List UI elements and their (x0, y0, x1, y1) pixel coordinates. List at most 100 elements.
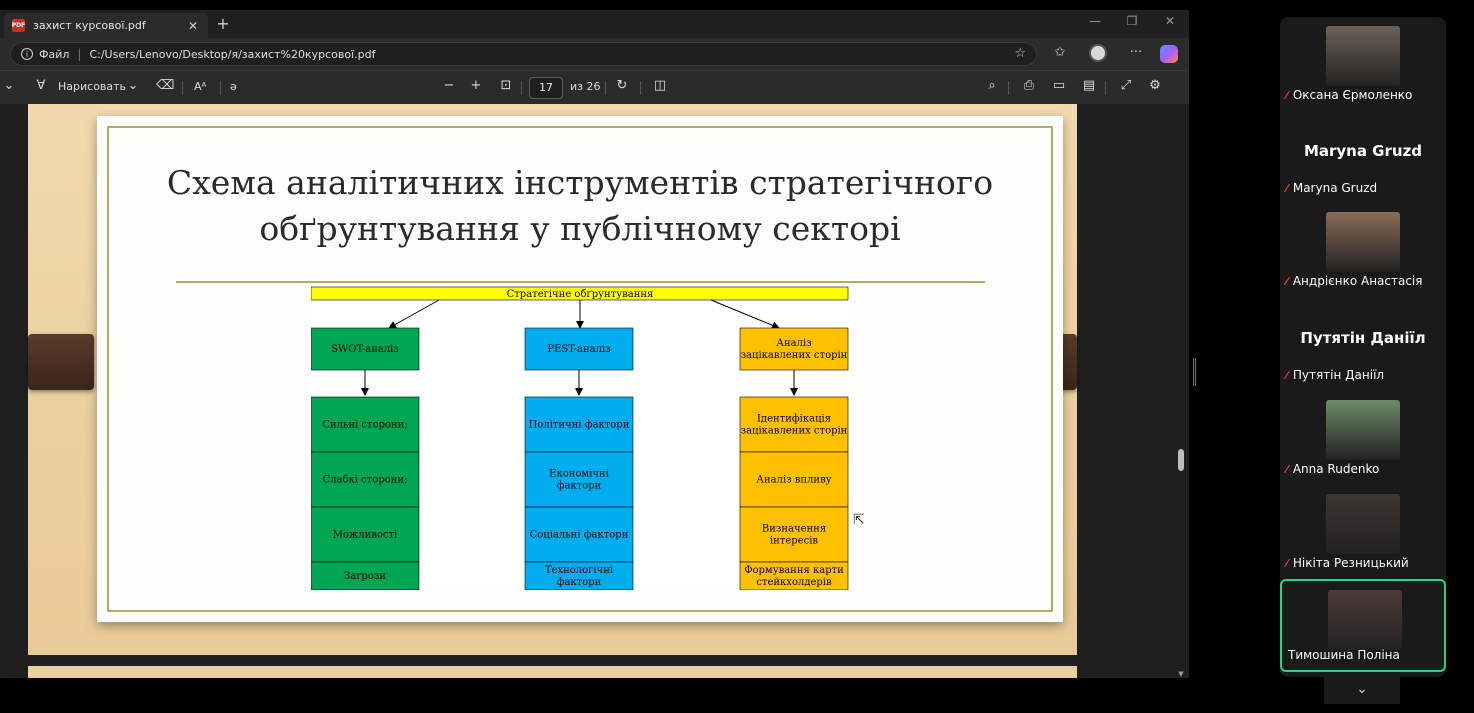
item-label-2-2: Визначення інтересів (762, 524, 826, 547)
diagram: Стратегічне обґрунтування SWOT-аналіз Силь… (311, 286, 849, 590)
participant-tile[interactable]: ⁄ Оксана Єрмоленко (1280, 17, 1446, 110)
participant-name-text: Тимошина Поліна (1288, 648, 1400, 662)
slide: Схема аналітичних інструментів стратегіч… (97, 116, 1063, 622)
item-box-2-2 (739, 506, 849, 563)
new-tab-icon[interactable]: + (214, 14, 232, 33)
tab-pdf[interactable]: PDF захист курсової.pdf ✕ (4, 13, 208, 38)
info-icon[interactable]: i (21, 48, 33, 60)
participant-video (1326, 494, 1400, 554)
more-icon[interactable]: ··· (1126, 45, 1146, 60)
address-separator: | (77, 47, 82, 61)
item-box-2-0 (739, 396, 849, 453)
item-label-1-2: Соціальні фактори (530, 530, 629, 541)
participant-name-text: Maryna Gruzd (1292, 181, 1378, 195)
item-label-2-3: Формування карти стейкхолдерів (744, 565, 844, 588)
rotate-icon[interactable]: ↻ (613, 78, 631, 93)
scrollbar[interactable]: ▲ ▼ (1177, 104, 1185, 678)
address-url: C:/Users/Lenovo/Desktop/я/захист%20курсо… (89, 47, 376, 61)
root-label: Стратегічне обґрунтування (507, 289, 654, 300)
separator (521, 81, 522, 95)
participant-name-text: Андрієнко Анастасія (1292, 274, 1423, 288)
separator (220, 81, 221, 95)
fit-page-icon[interactable]: ⊡ (497, 78, 515, 93)
search-icon[interactable]: ⌕ (983, 78, 1001, 93)
separator (182, 81, 183, 95)
participant-name: Тимошина Поліна (1288, 648, 1400, 662)
zoom-out-icon[interactable]: − (440, 78, 458, 93)
settings-gear-icon[interactable]: ⚙ (1146, 78, 1164, 93)
zoom-in-icon[interactable]: + (467, 78, 485, 93)
participant-big-name: Maryna Gruzd (1303, 142, 1423, 160)
scroll-thumb[interactable] (1178, 449, 1184, 471)
screen: PDF захист курсової.pdf ✕ + — ❐ ✕ i Файл… (0, 0, 1474, 713)
fullscreen-icon[interactable]: ⤢ (1117, 78, 1135, 93)
participant-name: ⁄ Нікіта Резницький (1286, 556, 1409, 570)
draw-button[interactable]: Нарисовать (58, 80, 126, 93)
pdf-icon: PDF (12, 19, 25, 32)
page-view-icon[interactable]: ◫ (651, 78, 669, 93)
item-label-0-1: Слабкі сторони; (323, 475, 408, 486)
browser-window: PDF захист курсової.pdf ✕ + — ❐ ✕ i Файл… (0, 10, 1189, 678)
copilot-icon[interactable] (1160, 45, 1178, 63)
participant-video (1328, 590, 1402, 650)
pdf-toolbar: ⌄ ∀ Нарисовать ⌄ ⌫ Aᴬ ǝ − + ⊡ 17 из 26 ↻… (0, 70, 1189, 104)
page-total: из 26 (570, 80, 601, 93)
pdf-viewer[interactable]: Схема аналітичних інструментів стратегіч… (0, 104, 1189, 678)
item-label-0-0: Сильні сторони; (322, 420, 407, 431)
item-label-0-2: Можливості (333, 530, 397, 541)
minimize-icon[interactable]: — (1085, 14, 1105, 28)
tab-title: захист курсової.pdf (33, 19, 146, 32)
participant-video (1326, 212, 1400, 272)
restore-icon[interactable]: ❐ (1122, 14, 1142, 28)
save-as-icon[interactable]: ▤ (1080, 78, 1098, 93)
mic-off-icon: ⁄ (1286, 368, 1288, 382)
panel-resize-handle[interactable] (1193, 358, 1196, 386)
mic-off-icon: ⁄ (1286, 181, 1288, 195)
save-icon[interactable]: ▭ (1050, 78, 1068, 93)
item-label-0-3: Загрози (344, 571, 386, 582)
item-label-1-0: Політичні фактори (529, 420, 630, 431)
close-icon[interactable]: ✕ (186, 19, 200, 33)
decor-peg-left (28, 334, 94, 390)
participant-tile[interactable]: ⁄ Нікіта Резницький (1280, 485, 1446, 578)
header-label-0: SWOT-аналіз (331, 344, 399, 355)
participant-tile[interactable]: Путятін Даніїл ⁄ Путятін Даніїл (1280, 297, 1446, 390)
header-box-2 (739, 327, 849, 371)
mic-off-icon: ⁄ (1286, 462, 1288, 476)
participant-name: ⁄ Путятін Даніїл (1286, 368, 1384, 382)
print-icon[interactable]: ⎙ (1020, 78, 1038, 93)
mic-off-icon: ⁄ (1286, 88, 1288, 102)
window-close-icon[interactable]: ✕ (1160, 14, 1180, 28)
separator (640, 81, 641, 95)
translate-icon[interactable]: ǝ (230, 80, 237, 93)
participant-tile[interactable]: ⁄ Anna Rudenko (1280, 391, 1446, 484)
participant-name-text: Нікіта Резницький (1292, 556, 1409, 570)
chevron-down-icon[interactable]: ⌄ (1324, 676, 1400, 704)
participant-name-text: Оксана Єрмоленко (1292, 88, 1413, 102)
item-label-1-1: Економічні фактори (549, 469, 609, 492)
chevron-down-icon[interactable]: ⌄ (124, 78, 142, 93)
eraser-icon[interactable]: ⌫ (156, 78, 174, 93)
participant-tile[interactable]: Тимошина Поліна (1280, 579, 1446, 672)
favorites-icon[interactable]: ✩ (1050, 45, 1070, 60)
chevron-down-icon[interactable]: ⌄ (0, 78, 18, 93)
participants-panel: ⁄ Оксана Єрмоленко Maryna Gruzd ⁄ Maryna Gru… (1280, 17, 1446, 677)
address-label: Файл (39, 47, 70, 61)
separator (1105, 81, 1106, 95)
read-aloud-button[interactable]: Aᴬ (194, 80, 206, 93)
item-box-1-1 (524, 451, 634, 508)
draw-icon[interactable]: ∀ (32, 78, 50, 93)
scroll-down-icon[interactable]: ▼ (1177, 670, 1185, 678)
participant-tile[interactable]: Maryna Gruzd ⁄ Maryna Gruzd (1280, 110, 1446, 203)
separator (1008, 81, 1009, 95)
separator (605, 81, 606, 95)
participant-tile[interactable]: ⁄ Андрієнко Анастасія (1280, 203, 1446, 296)
participant-video (1326, 400, 1400, 460)
profile-avatar[interactable] (1089, 44, 1107, 62)
participant-name: ⁄ Maryna Gruzd (1286, 181, 1377, 195)
star-icon[interactable]: ☆ (1014, 46, 1026, 61)
item-label-2-1: Аналіз впливу (756, 475, 831, 486)
participant-name: ⁄ Андрієнко Анастасія (1286, 274, 1422, 288)
page-number-input[interactable]: 17 (529, 77, 563, 99)
address-input[interactable]: i Файл | C:/Users/Lenovo/Desktop/я/захис… (10, 42, 1037, 66)
